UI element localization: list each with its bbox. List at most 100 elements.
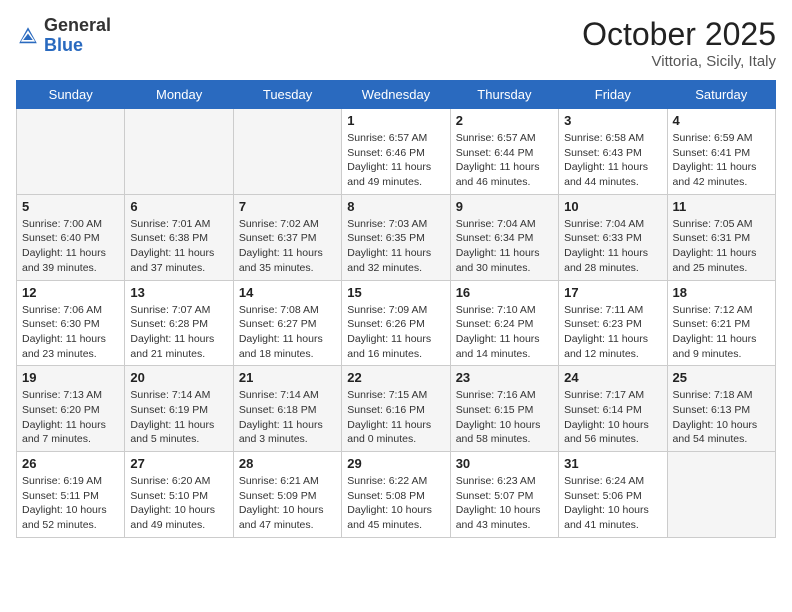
calendar-cell: 8 Sunrise: 7:03 AM Sunset: 6:35 PM Daylig…	[342, 194, 450, 280]
calendar-cell: 12Sunrise: 7:06 AM Sunset: 6:30 PM Dayli…	[17, 280, 125, 366]
calendar-cell: 31 Sunrise: 6:24 AM Sunset: 5:06 PM Dayli…	[559, 452, 667, 538]
calendar-day-header: Friday	[559, 81, 667, 109]
calendar-cell: 16 Sunrise: 7:10 AM Sunset: 6:24 PM Dayli…	[450, 280, 558, 366]
day-info: Sunrise: 7:18 AM Sunset: 6:13 PM Dayligh…	[673, 388, 770, 447]
calendar-week-row: 1Sunrise: 6:57 AM Sunset: 6:46 PM Daylig…	[17, 109, 776, 195]
calendar-cell	[233, 109, 341, 195]
day-info: Sunrise: 7:11 AM Sunset: 6:23 PM Dayligh…	[564, 303, 661, 362]
day-info: Sunrise: 7:14 AM Sunset: 6:19 PM Dayligh…	[130, 388, 227, 447]
calendar-cell: 4Sunrise: 6:59 AM Sunset: 6:41 PM Daylig…	[667, 109, 775, 195]
day-info: Sunrise: 6:58 AM Sunset: 6:43 PM Dayligh…	[564, 131, 661, 190]
day-info: Sunrise: 7:16 AM Sunset: 6:15 PM Dayligh…	[456, 388, 553, 447]
day-number: 7	[239, 199, 336, 214]
day-info: Sunrise: 6:22 AM Sunset: 5:08 PM Dayligh…	[347, 474, 444, 533]
calendar-cell: 18 Sunrise: 7:12 AM Sunset: 6:21 PM Dayli…	[667, 280, 775, 366]
day-number: 9	[456, 199, 553, 214]
day-number: 20	[130, 370, 227, 385]
day-number: 23	[456, 370, 553, 385]
day-info: Sunrise: 7:13 AM Sunset: 6:20 PM Dayligh…	[22, 388, 119, 447]
day-info: Sunrise: 7:10 AM Sunset: 6:24 PM Dayligh…	[456, 303, 553, 362]
calendar-cell: 23 Sunrise: 7:16 AM Sunset: 6:15 PM Dayli…	[450, 366, 558, 452]
calendar-week-row: 26 Sunrise: 6:19 AM Sunset: 5:11 PM Dayli…	[17, 452, 776, 538]
calendar-cell: 9 Sunrise: 7:04 AM Sunset: 6:34 PM Daylig…	[450, 194, 558, 280]
day-number: 2	[456, 113, 553, 128]
calendar-day-header: Monday	[125, 81, 233, 109]
location: Vittoria, Sicily, Italy	[582, 53, 776, 70]
day-number: 17	[564, 285, 661, 300]
calendar: SundayMondayTuesdayWednesdayThursdayFrid…	[16, 80, 776, 538]
calendar-cell	[667, 452, 775, 538]
day-info: Sunrise: 6:59 AM Sunset: 6:41 PM Dayligh…	[673, 131, 770, 190]
page-header: General Blue October 2025 Vittoria, Sici…	[16, 16, 776, 70]
calendar-cell: 5 Sunrise: 7:00 AM Sunset: 6:40 PM Daylig…	[17, 194, 125, 280]
day-number: 31	[564, 456, 661, 471]
calendar-cell: 13Sunrise: 7:07 AM Sunset: 6:28 PM Dayli…	[125, 280, 233, 366]
day-number: 29	[347, 456, 444, 471]
day-info: Sunrise: 7:01 AM Sunset: 6:38 PM Dayligh…	[130, 217, 227, 276]
calendar-cell: 6 Sunrise: 7:01 AM Sunset: 6:38 PM Daylig…	[125, 194, 233, 280]
logo: General Blue	[16, 16, 111, 56]
calendar-cell: 17 Sunrise: 7:11 AM Sunset: 6:23 PM Dayli…	[559, 280, 667, 366]
calendar-week-row: 5 Sunrise: 7:00 AM Sunset: 6:40 PM Daylig…	[17, 194, 776, 280]
day-number: 26	[22, 456, 119, 471]
calendar-day-header: Sunday	[17, 81, 125, 109]
day-info: Sunrise: 7:04 AM Sunset: 6:34 PM Dayligh…	[456, 217, 553, 276]
calendar-cell: 3Sunrise: 6:58 AM Sunset: 6:43 PM Daylig…	[559, 109, 667, 195]
day-info: Sunrise: 7:02 AM Sunset: 6:37 PM Dayligh…	[239, 217, 336, 276]
day-info: Sunrise: 6:23 AM Sunset: 5:07 PM Dayligh…	[456, 474, 553, 533]
day-info: Sunrise: 7:12 AM Sunset: 6:21 PM Dayligh…	[673, 303, 770, 362]
day-info: Sunrise: 7:04 AM Sunset: 6:33 PM Dayligh…	[564, 217, 661, 276]
day-number: 24	[564, 370, 661, 385]
day-info: Sunrise: 6:57 AM Sunset: 6:46 PM Dayligh…	[347, 131, 444, 190]
day-number: 19	[22, 370, 119, 385]
calendar-cell: 27Sunrise: 6:20 AM Sunset: 5:10 PM Dayli…	[125, 452, 233, 538]
calendar-cell: 30Sunrise: 6:23 AM Sunset: 5:07 PM Dayli…	[450, 452, 558, 538]
day-info: Sunrise: 6:19 AM Sunset: 5:11 PM Dayligh…	[22, 474, 119, 533]
day-number: 12	[22, 285, 119, 300]
calendar-cell: 2 Sunrise: 6:57 AM Sunset: 6:44 PM Daylig…	[450, 109, 558, 195]
calendar-cell: 7 Sunrise: 7:02 AM Sunset: 6:37 PM Daylig…	[233, 194, 341, 280]
day-info: Sunrise: 7:09 AM Sunset: 6:26 PM Dayligh…	[347, 303, 444, 362]
calendar-cell: 28 Sunrise: 6:21 AM Sunset: 5:09 PM Dayli…	[233, 452, 341, 538]
calendar-cell: 15Sunrise: 7:09 AM Sunset: 6:26 PM Dayli…	[342, 280, 450, 366]
calendar-cell: 25 Sunrise: 7:18 AM Sunset: 6:13 PM Dayli…	[667, 366, 775, 452]
logo-blue: Blue	[44, 35, 83, 55]
day-info: Sunrise: 6:21 AM Sunset: 5:09 PM Dayligh…	[239, 474, 336, 533]
calendar-cell: 14Sunrise: 7:08 AM Sunset: 6:27 PM Dayli…	[233, 280, 341, 366]
logo-text: General Blue	[44, 16, 111, 56]
day-info: Sunrise: 7:15 AM Sunset: 6:16 PM Dayligh…	[347, 388, 444, 447]
day-number: 10	[564, 199, 661, 214]
day-info: Sunrise: 7:14 AM Sunset: 6:18 PM Dayligh…	[239, 388, 336, 447]
day-info: Sunrise: 7:07 AM Sunset: 6:28 PM Dayligh…	[130, 303, 227, 362]
day-number: 28	[239, 456, 336, 471]
day-number: 6	[130, 199, 227, 214]
title-block: October 2025 Vittoria, Sicily, Italy	[582, 16, 776, 70]
day-number: 25	[673, 370, 770, 385]
day-info: Sunrise: 7:17 AM Sunset: 6:14 PM Dayligh…	[564, 388, 661, 447]
day-info: Sunrise: 7:03 AM Sunset: 6:35 PM Dayligh…	[347, 217, 444, 276]
day-number: 22	[347, 370, 444, 385]
day-number: 18	[673, 285, 770, 300]
calendar-day-header: Tuesday	[233, 81, 341, 109]
day-number: 27	[130, 456, 227, 471]
day-info: Sunrise: 7:08 AM Sunset: 6:27 PM Dayligh…	[239, 303, 336, 362]
day-number: 11	[673, 199, 770, 214]
calendar-week-row: 19 Sunrise: 7:13 AM Sunset: 6:20 PM Dayli…	[17, 366, 776, 452]
calendar-cell: 21Sunrise: 7:14 AM Sunset: 6:18 PM Dayli…	[233, 366, 341, 452]
calendar-header-row: SundayMondayTuesdayWednesdayThursdayFrid…	[17, 81, 776, 109]
day-info: Sunrise: 6:57 AM Sunset: 6:44 PM Dayligh…	[456, 131, 553, 190]
day-number: 8	[347, 199, 444, 214]
day-info: Sunrise: 7:05 AM Sunset: 6:31 PM Dayligh…	[673, 217, 770, 276]
calendar-cell: 29 Sunrise: 6:22 AM Sunset: 5:08 PM Dayli…	[342, 452, 450, 538]
calendar-day-header: Wednesday	[342, 81, 450, 109]
calendar-week-row: 12Sunrise: 7:06 AM Sunset: 6:30 PM Dayli…	[17, 280, 776, 366]
calendar-cell	[17, 109, 125, 195]
day-info: Sunrise: 6:24 AM Sunset: 5:06 PM Dayligh…	[564, 474, 661, 533]
calendar-cell: 26 Sunrise: 6:19 AM Sunset: 5:11 PM Dayli…	[17, 452, 125, 538]
day-number: 16	[456, 285, 553, 300]
calendar-cell: 19 Sunrise: 7:13 AM Sunset: 6:20 PM Dayli…	[17, 366, 125, 452]
day-number: 5	[22, 199, 119, 214]
calendar-cell: 20 Sunrise: 7:14 AM Sunset: 6:19 PM Dayli…	[125, 366, 233, 452]
calendar-day-header: Thursday	[450, 81, 558, 109]
day-info: Sunrise: 7:00 AM Sunset: 6:40 PM Dayligh…	[22, 217, 119, 276]
